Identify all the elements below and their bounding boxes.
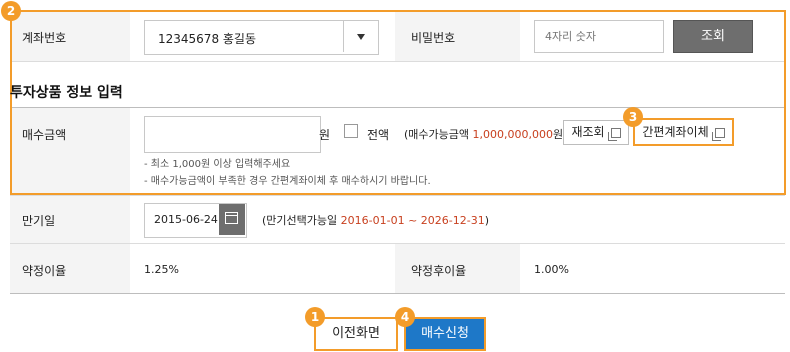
- badge-3: 3: [623, 107, 643, 127]
- requery-button[interactable]: 재조회: [563, 120, 629, 145]
- badge-2: 2: [1, 1, 21, 21]
- calendar-icon[interactable]: [219, 204, 245, 235]
- available-amount: (매수가능금액 1,000,000,000원): [404, 128, 568, 141]
- maturity-range: (만기선택가능일 2016-01-01 ~ 2026-12-31): [262, 214, 490, 227]
- transfer-button[interactable]: 간편계좌이체: [633, 118, 734, 146]
- after-rate-label: 약정후이율: [411, 264, 467, 278]
- maturity-range-value: 2016-01-01 ~ 2026-12-31: [340, 214, 485, 227]
- maturity-date-value: 2015-06-24: [154, 213, 218, 226]
- copy-icon: [607, 127, 621, 141]
- account-select[interactable]: 12345678 홍길동: [144, 20, 379, 55]
- select-divider: [343, 21, 344, 52]
- buy-button-label: 매수신청: [406, 319, 484, 349]
- copy-icon: [711, 127, 725, 141]
- buy-button[interactable]: 매수신청: [404, 317, 486, 351]
- note-min-amount: - 최소 1,000원 이상 입력해주세요: [144, 159, 291, 170]
- prev-button[interactable]: 이전화면: [314, 317, 398, 351]
- query-button[interactable]: 조회: [673, 20, 753, 53]
- all-amount-label: 전액: [367, 128, 390, 142]
- account-select-value: 12345678 홍길동: [158, 32, 257, 46]
- chevron-down-icon[interactable]: [357, 34, 365, 40]
- section-title: 투자상품 정보 입력: [10, 85, 123, 101]
- badge-4: 4: [395, 307, 415, 327]
- purchase-label: 매수금액: [22, 128, 67, 142]
- agreed-rate-value: 1.25%: [144, 263, 179, 276]
- after-rate-value: 1.00%: [534, 263, 569, 276]
- maturity-date-input[interactable]: 2015-06-24: [144, 203, 247, 238]
- badge-1: 1: [305, 307, 325, 327]
- all-amount-checkbox[interactable]: [344, 124, 358, 138]
- highlight-frame-2: [10, 10, 786, 195]
- agreed-rate-label: 약정이율: [22, 264, 67, 278]
- purchase-amount-input[interactable]: [144, 116, 321, 153]
- password-input[interactable]: [534, 20, 664, 53]
- maturity-label: 만기일: [22, 214, 56, 228]
- account-label: 계좌번호: [22, 31, 67, 45]
- password-label: 비밀번호: [411, 31, 456, 45]
- note-transfer: - 매수가능금액이 부족한 경우 간편계좌이체 후 매수하시기 바랍니다.: [144, 176, 431, 187]
- available-amount-value: 1,000,000,000: [472, 128, 553, 141]
- unit-label: 원: [319, 128, 331, 142]
